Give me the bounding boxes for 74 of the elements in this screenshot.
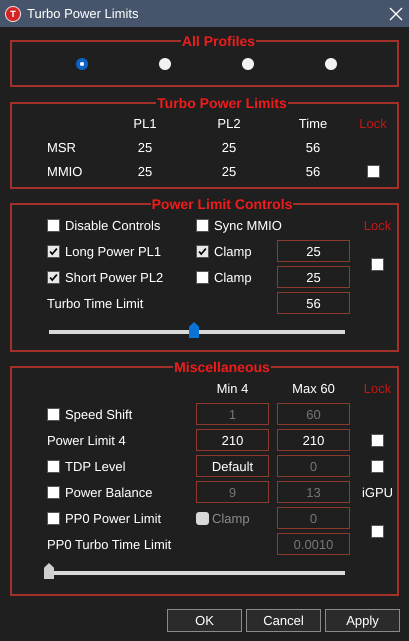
app-icon: T: [5, 6, 21, 22]
checkbox[interactable]: [196, 218, 209, 232]
dialog-button[interactable]: Cancel: [246, 609, 321, 632]
row-label: MSR: [47, 140, 77, 154]
checkbox-label: Short Power PL2: [65, 270, 164, 284]
input-field: 9: [196, 481, 269, 503]
row-label: MMIO: [47, 164, 84, 178]
checkbox-label: TDP Level: [65, 458, 126, 474]
label-text: PP0 Turbo Time Limit: [47, 536, 172, 552]
lock-header: Lock: [364, 380, 392, 396]
column-header: Time: [298, 116, 328, 130]
input-field: 60: [277, 403, 350, 425]
value-text: 25: [136, 140, 154, 154]
checkbox[interactable]: [47, 218, 60, 232]
checkbox[interactable]: [47, 512, 60, 524]
slider-thumb[interactable]: [189, 322, 200, 338]
label-text: Power Limit 4: [47, 432, 126, 448]
value-text: 25: [136, 164, 154, 178]
checkbox[interactable]: [371, 460, 384, 472]
label-text: iGPU: [362, 484, 394, 500]
radio-button[interactable]: [76, 58, 88, 70]
checkbox-label: Clamp: [214, 244, 252, 258]
radio-button[interactable]: [158, 58, 170, 70]
lock-header: Lock: [364, 218, 392, 232]
range-label: Max 60: [292, 380, 335, 396]
checkbox-label: Long Power PL1: [65, 244, 162, 258]
group-title: Power Limit Controls: [150, 196, 294, 212]
input-field: 1: [196, 403, 269, 425]
checkbox[interactable]: [366, 164, 380, 178]
checkbox[interactable]: [196, 270, 209, 284]
input-field[interactable]: 210: [196, 429, 269, 451]
checkbox-label: Speed Shift: [65, 406, 132, 422]
checkbox[interactable]: [47, 408, 60, 420]
range-label: Min 4: [216, 380, 248, 396]
value-text: 25: [220, 164, 238, 178]
checkbox-label: PP0 Power Limit: [65, 510, 162, 526]
checkbox[interactable]: [371, 434, 384, 446]
input-field[interactable]: 25: [277, 240, 350, 262]
input-field: 0.0010: [277, 533, 350, 555]
input-field[interactable]: 210: [277, 429, 350, 451]
input-field[interactable]: 25: [277, 266, 350, 288]
checkbox[interactable]: [47, 270, 60, 284]
column-header: PL2: [216, 116, 242, 130]
checkbox-label: Clamp: [212, 510, 250, 526]
group-title: Miscellaneous: [173, 359, 271, 375]
radio-button[interactable]: [324, 58, 336, 70]
checkbox[interactable]: [47, 460, 60, 472]
label-text: Turbo Time Limit: [47, 296, 144, 310]
checkbox[interactable]: [47, 486, 60, 498]
radio-button[interactable]: [242, 58, 254, 70]
group-title: All Profiles: [180, 33, 256, 49]
checkbox[interactable]: [47, 244, 60, 258]
lock-header: Lock: [358, 116, 388, 130]
input-field[interactable]: Default: [196, 455, 269, 477]
input-field: 0: [277, 507, 350, 529]
column-header: PL1: [132, 116, 158, 130]
close-icon[interactable]: [389, 6, 403, 20]
group-title: Turbo Power Limits: [156, 95, 288, 111]
checkbox-label: Sync MMIO: [214, 218, 282, 232]
dialog-button[interactable]: OK: [167, 609, 242, 632]
checkbox[interactable]: [371, 258, 384, 270]
dialog-button[interactable]: Apply: [325, 609, 400, 632]
value-text: 56: [304, 164, 322, 178]
value-text: 25: [220, 140, 238, 154]
checkbox-label: Clamp: [214, 270, 252, 284]
input-field: 0: [277, 455, 350, 477]
input-field[interactable]: 56: [277, 292, 350, 314]
checkbox-label: Disable Controls: [65, 218, 160, 232]
checkbox[interactable]: [196, 244, 209, 258]
window-title: Turbo Power Limits: [27, 6, 140, 21]
checkbox[interactable]: [371, 524, 384, 538]
value-text: 56: [304, 140, 322, 154]
input-field: 13: [277, 481, 350, 503]
checkbox-label: Power Balance: [65, 484, 152, 500]
